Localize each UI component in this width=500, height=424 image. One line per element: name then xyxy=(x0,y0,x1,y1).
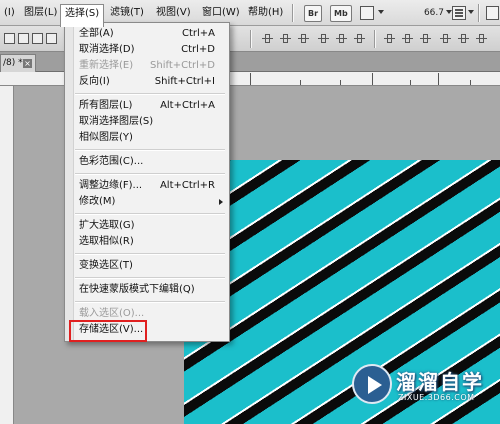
distribute-bottom-icon[interactable] xyxy=(420,34,431,44)
watermark-name: 溜溜自学 xyxy=(396,370,484,394)
align-middle-icon[interactable] xyxy=(280,34,291,44)
menu-separator xyxy=(75,277,225,279)
menu-separator xyxy=(75,253,225,255)
vertical-ruler xyxy=(0,86,14,424)
menu-item-reselect: 重新选择(E) Shift+Ctrl+D xyxy=(79,58,229,74)
menu-item-shortcut: Shift+Ctrl+D xyxy=(150,60,215,71)
align-center-icon[interactable] xyxy=(336,34,347,44)
menu-item-deselect[interactable]: 取消选择(D) Ctrl+D xyxy=(79,42,229,58)
menu-item-label: 取消选择图层(S) xyxy=(79,116,154,127)
menu-item-label: 色彩范围(C)... xyxy=(79,156,144,167)
toolbar-separator xyxy=(250,30,252,48)
ruler-tick xyxy=(410,80,411,85)
chevron-down-icon[interactable] xyxy=(378,10,384,14)
menu-separator xyxy=(75,149,225,151)
menu-separator xyxy=(75,213,225,215)
document-tab[interactable]: /8) * × xyxy=(0,54,36,72)
document-tab-label: /8) * xyxy=(3,58,23,68)
menu-item-modify[interactable]: 修改(M) xyxy=(79,194,229,210)
menu-item-label: 调整边缘(F)... xyxy=(79,180,143,191)
submenu-arrow-icon xyxy=(219,199,223,205)
distribute-right-icon[interactable] xyxy=(476,34,487,44)
ruler-tick xyxy=(340,80,341,85)
menu-separator xyxy=(75,301,225,303)
menu-item-label: 在快速蒙版模式下编辑(Q) xyxy=(79,284,195,295)
toolbar-separator xyxy=(292,4,294,22)
menu-filter[interactable]: 滤镜(T) xyxy=(106,5,148,21)
toolbar-separator xyxy=(374,30,376,48)
menu-item-transform-selection[interactable]: 变换选区(T) xyxy=(79,258,229,274)
screen-mode-icon[interactable] xyxy=(486,6,499,20)
menu-item-label: 扩大选取(G) xyxy=(79,220,135,231)
menu-item-select-all[interactable]: 全部(A) Ctrl+A xyxy=(79,26,229,42)
add-to-selection-icon[interactable] xyxy=(18,33,29,44)
menu-separator xyxy=(75,93,225,95)
distribute-middle-icon[interactable] xyxy=(402,34,413,44)
menu-item-similar-layers[interactable]: 相似图层(Y) xyxy=(79,130,229,146)
distribute-center-icon[interactable] xyxy=(458,34,469,44)
menu-separator xyxy=(75,173,225,175)
select-menu-dropdown: 全部(A) Ctrl+A 取消选择(D) Ctrl+D 重新选择(E) Shif… xyxy=(64,22,230,342)
ruler-tick xyxy=(250,73,251,85)
menu-item-label: 载入选区(O)... xyxy=(79,308,145,319)
chevron-down-icon[interactable] xyxy=(468,10,474,14)
ruler-tick xyxy=(438,73,439,85)
menu-item-label: 取消选择(D) xyxy=(79,44,135,55)
distribute-top-icon[interactable] xyxy=(384,34,395,44)
menu-item-label: 全部(A) xyxy=(79,28,114,39)
ruler-tick xyxy=(372,73,373,85)
menu-item-refine-edge[interactable]: 调整边缘(F)... Alt+Ctrl+R xyxy=(79,178,229,194)
menu-item-grow[interactable]: 扩大选取(G) xyxy=(79,218,229,234)
menu-item-color-range[interactable]: 色彩范围(C)... xyxy=(79,154,229,170)
menu-item-deselect-layers[interactable]: 取消选择图层(S) xyxy=(79,114,229,130)
toolbar-separator xyxy=(478,4,480,22)
menu-layer[interactable]: 图层(L) xyxy=(20,5,61,21)
arrange-documents-icon[interactable] xyxy=(452,6,466,20)
menu-item-shortcut: Shift+Ctrl+I xyxy=(154,76,215,87)
menu-help[interactable]: 帮助(H) xyxy=(244,5,287,21)
view-extras-icon[interactable] xyxy=(360,6,374,20)
align-left-icon[interactable] xyxy=(318,34,329,44)
mini-bridge-button[interactable]: Mb xyxy=(330,5,352,22)
intersect-selection-icon[interactable] xyxy=(46,33,57,44)
menu-item-label: 选取相似(R) xyxy=(79,236,134,247)
menu-item-inverse[interactable]: 反向(I) Shift+Ctrl+I xyxy=(79,74,229,90)
menu-item-label: 变换选区(T) xyxy=(79,260,133,271)
ruler-tick xyxy=(470,80,471,85)
watermark-url: ZIXUE.3D66.COM xyxy=(398,393,475,402)
align-bottom-icon[interactable] xyxy=(298,34,309,44)
zoom-level[interactable]: 66.7 xyxy=(410,5,444,21)
new-selection-icon[interactable] xyxy=(4,33,15,44)
menu-item-label: 反向(I) xyxy=(79,76,110,87)
watermark-logo xyxy=(352,364,392,404)
menu-select[interactable]: 选择(S) xyxy=(60,4,105,27)
menu-image[interactable]: (I) xyxy=(0,5,19,21)
menu-item-shortcut: Alt+Ctrl+A xyxy=(160,100,215,111)
menu-item-similar[interactable]: 选取相似(R) xyxy=(79,234,229,250)
menu-bar: (I) 图层(L) 选择(S) 滤镜(T) 视图(V) 窗口(W) 帮助(H) … xyxy=(0,0,500,27)
menu-item-shortcut: Alt+Ctrl+R xyxy=(159,180,215,191)
ruler-tick xyxy=(300,80,301,85)
bridge-button[interactable]: Br xyxy=(304,5,323,22)
menu-item-label: 重新选择(E) xyxy=(79,60,134,71)
menu-window[interactable]: 窗口(W) xyxy=(198,5,244,21)
menu-item-quick-mask[interactable]: 在快速蒙版模式下编辑(Q) xyxy=(79,282,229,298)
menu-view[interactable]: 视图(V) xyxy=(152,5,195,21)
highlight-box xyxy=(69,320,147,342)
distribute-left-icon[interactable] xyxy=(440,34,451,44)
menu-gutter xyxy=(65,23,74,341)
menu-item-label: 修改(M) xyxy=(79,196,116,207)
menu-item-all-layers[interactable]: 所有图层(L) Alt+Ctrl+A xyxy=(79,98,229,114)
align-top-icon[interactable] xyxy=(262,34,273,44)
align-right-icon[interactable] xyxy=(354,34,365,44)
menu-item-label: 相似图层(Y) xyxy=(79,132,133,143)
menu-item-label: 所有图层(L) xyxy=(79,100,133,111)
subtract-selection-icon[interactable] xyxy=(32,33,43,44)
close-icon[interactable]: × xyxy=(23,59,32,68)
menu-item-shortcut: Ctrl+D xyxy=(181,44,215,55)
menu-item-shortcut: Ctrl+A xyxy=(181,28,215,39)
